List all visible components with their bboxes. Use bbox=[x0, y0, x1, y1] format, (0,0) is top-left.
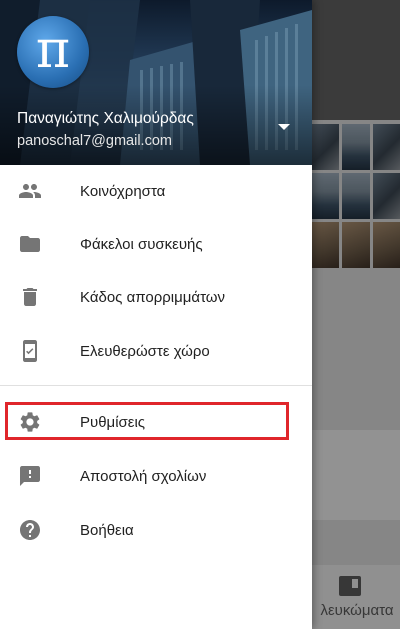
menu-item-label: Αποστολή σχολίων bbox=[80, 467, 207, 485]
menu-item-label: Κοινόχρηστα bbox=[80, 182, 166, 200]
menu-item-help[interactable]: Βοήθεια bbox=[0, 504, 312, 556]
menu-item-send-feedback[interactable]: Αποστολή σχολίων bbox=[0, 450, 312, 502]
menu-item-device-folders[interactable]: Φάκελοι συσκευής bbox=[0, 218, 312, 270]
phone-free-space-icon bbox=[23, 340, 37, 362]
menu-item-trash[interactable]: Κάδος απορριμμάτων bbox=[0, 271, 312, 323]
trash-icon bbox=[23, 288, 37, 306]
menu-item-free-up-space[interactable]: Ελευθερώστε χώρο bbox=[0, 325, 312, 377]
people-icon bbox=[19, 184, 41, 198]
menu-item-shared[interactable]: Κοινόχρηστα bbox=[0, 165, 312, 217]
menu-item-label: Κάδος απορριμμάτων bbox=[80, 288, 226, 306]
avatar[interactable]: π bbox=[17, 16, 89, 88]
menu-divider bbox=[0, 385, 312, 386]
settings-highlight-box bbox=[5, 402, 289, 440]
account-name: Παναγιώτης Χαλιμούρδας bbox=[17, 110, 194, 127]
help-icon bbox=[20, 520, 40, 540]
account-email: panoschal7@gmail.com bbox=[17, 133, 172, 149]
menu-item-label: Φάκελοι συσκευής bbox=[80, 235, 203, 253]
avatar-glyph: π bbox=[35, 20, 71, 80]
account-dropdown-icon[interactable] bbox=[278, 124, 290, 130]
folder-icon bbox=[20, 236, 40, 252]
menu-item-label: Ελευθερώστε χώρο bbox=[80, 342, 210, 360]
navigation-drawer: π Παναγιώτης Χαλιμούρδας panoschal7@gmai… bbox=[0, 0, 312, 629]
account-header[interactable]: π Παναγιώτης Χαλιμούρδας panoschal7@gmai… bbox=[0, 0, 312, 165]
feedback-icon bbox=[20, 466, 40, 486]
menu-item-label: Βοήθεια bbox=[80, 521, 134, 539]
